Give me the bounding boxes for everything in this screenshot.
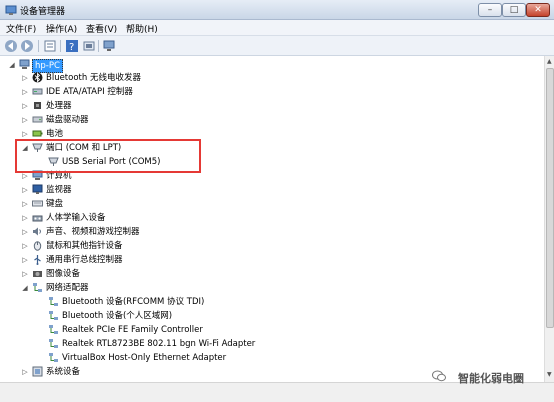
collapse-icon[interactable]: ◢ (8, 60, 16, 70)
network-icon (49, 339, 58, 348)
tree-item[interactable]: VirtualBox Host-Only Ethernet Adapter (2, 351, 542, 365)
mouse-icon (33, 241, 42, 251)
menu-help[interactable]: 帮助(H) (126, 22, 158, 35)
tree-item[interactable]: Realtek RTL8723BE 802.11 bgn Wi-Fi Adapt… (2, 337, 542, 351)
network-icon (33, 283, 42, 292)
computer-icon (19, 59, 30, 69)
vertical-scrollbar[interactable]: ▲ ▼ (544, 56, 554, 382)
cpu-icon (34, 102, 41, 109)
camera-icon (33, 271, 42, 277)
tree-item[interactable]: ▷ 鼠标和其他指针设备 (2, 239, 542, 253)
tree-item[interactable]: Bluetooth 设备(个人区域网) (2, 309, 542, 323)
hid-icon (32, 215, 43, 222)
menu-bar: 文件(F) 操作(A) 查看(V) 帮助(H) (0, 20, 554, 36)
properties-icon[interactable] (43, 39, 57, 53)
tree-item[interactable]: ▷ 监视器 (2, 183, 542, 197)
device-tree: ◢ hp-PC ▷ Bluetooth 无线电收发器 ▷ IDE ATA/ATA… (2, 56, 544, 382)
sound-icon (33, 227, 41, 236)
disk-icon (32, 116, 43, 123)
scroll-up-icon[interactable]: ▲ (547, 59, 553, 65)
highlight-box (15, 139, 201, 173)
tree-item[interactable]: ▷ Bluetooth 无线电收发器 (2, 71, 542, 85)
bluetooth-icon (32, 72, 43, 83)
system-icon (32, 366, 43, 377)
tree-item[interactable]: ▷ 声音、视频和游戏控制器 (2, 225, 542, 239)
help-icon[interactable]: ? (65, 39, 79, 53)
minimize-button[interactable]: – (478, 3, 502, 17)
forward-icon[interactable] (20, 39, 34, 53)
tree-item[interactable]: ▷ 处理器 (2, 99, 542, 113)
back-icon[interactable] (4, 39, 18, 53)
tree-item-network[interactable]: ◢ 网络适配器 (2, 281, 542, 295)
keyboard-icon (32, 200, 43, 207)
svg-text:?: ? (69, 42, 74, 53)
devices-icon[interactable] (102, 39, 116, 53)
ide-icon (32, 88, 43, 95)
maximize-button[interactable]: □ (502, 3, 526, 17)
tree-item[interactable]: ▷ 图像设备 (2, 267, 542, 281)
battery-icon (32, 130, 43, 137)
tree-item[interactable]: Realtek PCIe FE Family Controller (2, 323, 542, 337)
device-manager-icon (5, 5, 17, 15)
tree-item[interactable]: ▷ IDE ATA/ATAPI 控制器 (2, 85, 542, 99)
usb-icon (34, 255, 41, 265)
scroll-down-icon[interactable]: ▼ (547, 372, 553, 378)
tree-item[interactable]: Bluetooth 设备(RFCOMM 协议 TDI) (2, 295, 542, 309)
monitor-icon (32, 184, 43, 194)
title-bar: 设备管理器 – □ ✕ (0, 0, 554, 20)
menu-file[interactable]: 文件(F) (6, 22, 36, 35)
network-icon (49, 325, 58, 334)
collapse-icon[interactable]: ◢ (21, 283, 29, 293)
menu-view[interactable]: 查看(V) (86, 22, 117, 35)
close-button[interactable]: ✕ (526, 3, 550, 17)
network-icon (49, 353, 58, 362)
wechat-icon (432, 370, 446, 382)
tree-root[interactable]: ◢ hp-PC (8, 58, 208, 73)
toolbar: ? (0, 36, 554, 56)
tree-item[interactable]: ▷ 磁盘驱动器 (2, 113, 542, 127)
network-icon (49, 311, 58, 320)
tree-item[interactable]: ▷ 键盘 (2, 197, 542, 211)
network-icon (49, 297, 58, 306)
scan-icon[interactable] (82, 39, 96, 53)
scrollbar-thumb[interactable] (546, 68, 554, 328)
tree-item[interactable]: ▷ 通用串行总线控制器 (2, 253, 542, 267)
window-title: 设备管理器 (20, 7, 66, 17)
watermark-text: 智能化弱电圈 (458, 372, 524, 385)
menu-action[interactable]: 操作(A) (46, 22, 77, 35)
tree-item[interactable]: ▷ 人体学输入设备 (2, 211, 542, 225)
